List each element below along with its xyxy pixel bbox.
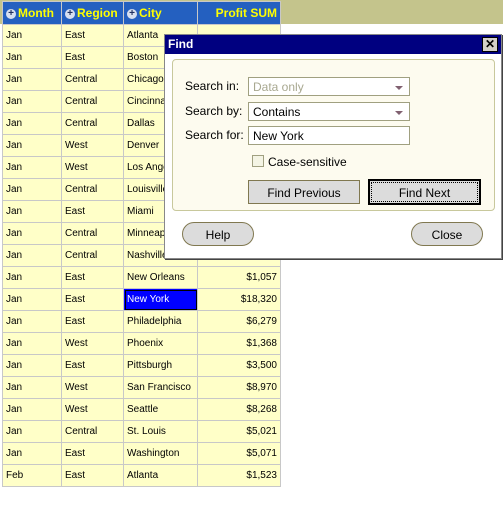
table-cell[interactable]: Seattle	[123, 398, 198, 421]
table-cell[interactable]: Jan	[2, 266, 62, 289]
expand-icon[interactable]: +	[65, 9, 75, 19]
table-row: Jan East New York $18,320	[2, 288, 281, 311]
table-cell[interactable]: Jan	[2, 24, 62, 47]
table-cell[interactable]: $8,970	[197, 376, 281, 399]
dialog-titlebar[interactable]: Find ✕	[165, 35, 501, 54]
table-cell[interactable]: $8,268	[197, 398, 281, 421]
table-cell[interactable]: Jan	[2, 442, 62, 465]
case-sensitive-label: Case-sensitive	[268, 155, 347, 169]
search-panel: Search in: Data only Search by: Contains…	[172, 59, 495, 211]
find-next-button[interactable]: Find Next	[368, 179, 481, 205]
table-cell[interactable]: Phoenix	[123, 332, 198, 355]
search-for-label: Search for:	[185, 128, 244, 142]
table-cell[interactable]: San Francisco	[123, 376, 198, 399]
expand-icon[interactable]: +	[6, 9, 16, 19]
table-cell[interactable]: $18,320	[197, 288, 281, 311]
table-cell[interactable]: $3,500	[197, 354, 281, 377]
find-dialog: Find ✕ Search in: Data only Search by: Co…	[164, 34, 502, 259]
table-cell[interactable]: $1,368	[197, 332, 281, 355]
table-cell[interactable]: Jan	[2, 332, 62, 355]
table-row: Jan Central St. Louis $5,021	[2, 420, 281, 443]
table-cell[interactable]: Jan	[2, 178, 62, 201]
table-cell[interactable]: Atlanta	[123, 464, 198, 487]
table-cell[interactable]: West	[61, 134, 124, 157]
table-row: Jan West San Francisco $8,970	[2, 376, 281, 399]
table-cell[interactable]: Feb	[2, 464, 62, 487]
table-cell[interactable]: Jan	[2, 288, 62, 311]
table-cell[interactable]: Jan	[2, 310, 62, 333]
table-cell[interactable]: Jan	[2, 244, 62, 267]
table-cell[interactable]: Jan	[2, 90, 62, 113]
case-sensitive-checkbox[interactable]: Case-sensitive	[252, 155, 347, 169]
search-in-label: Search in:	[185, 79, 240, 93]
table-cell[interactable]: East	[61, 354, 124, 377]
table-row: Feb East Atlanta $1,523	[2, 464, 281, 487]
table-cell[interactable]: $1,057	[197, 266, 281, 289]
checkbox-icon	[252, 155, 264, 167]
help-button[interactable]: Help	[182, 222, 254, 246]
column-header[interactable]: + Month	[2, 1, 62, 25]
table-row: Jan East New Orleans $1,057	[2, 266, 281, 289]
table-cell[interactable]: $1,523	[197, 464, 281, 487]
table-cell[interactable]: $6,279	[197, 310, 281, 333]
column-header[interactable]: + City	[123, 1, 198, 25]
close-icon[interactable]: ✕	[482, 37, 498, 52]
table-cell[interactable]: St. Louis	[123, 420, 198, 443]
table-cell[interactable]: Jan	[2, 222, 62, 245]
table-cell[interactable]: East	[61, 310, 124, 333]
table-cell[interactable]: Central	[61, 178, 124, 201]
table-row: Jan West Seattle $8,268	[2, 398, 281, 421]
table-row: Jan East Philadelphia $6,279	[2, 310, 281, 333]
table-cell[interactable]: Central	[61, 90, 124, 113]
table-cell[interactable]: Jan	[2, 134, 62, 157]
table-cell[interactable]: Central	[61, 68, 124, 91]
table-cell[interactable]: Jan	[2, 420, 62, 443]
table-cell[interactable]: New Orleans	[123, 266, 198, 289]
table-cell[interactable]: Jan	[2, 354, 62, 377]
table-cell[interactable]: Jan	[2, 156, 62, 179]
table-cell[interactable]: Central	[61, 112, 124, 135]
table-cell[interactable]: East	[61, 266, 124, 289]
table-cell[interactable]: Central	[61, 420, 124, 443]
table-cell[interactable]: East	[61, 464, 124, 487]
table-cell[interactable]: Central	[61, 244, 124, 267]
table-cell[interactable]: East	[61, 24, 124, 47]
table-cell[interactable]: New York	[123, 288, 198, 311]
table-cell[interactable]: West	[61, 156, 124, 179]
close-button[interactable]: Close	[411, 222, 483, 246]
table-cell[interactable]: Jan	[2, 376, 62, 399]
table-cell[interactable]: Washington	[123, 442, 198, 465]
expand-icon[interactable]: +	[127, 9, 137, 19]
table-cell[interactable]: Jan	[2, 112, 62, 135]
table-cell[interactable]: Central	[61, 222, 124, 245]
table-cell[interactable]: East	[61, 200, 124, 223]
table-cell[interactable]: $5,021	[197, 420, 281, 443]
table-cell[interactable]: East	[61, 288, 124, 311]
table-cell[interactable]: Jan	[2, 200, 62, 223]
table-cell[interactable]: Jan	[2, 68, 62, 91]
table-cell[interactable]: West	[61, 332, 124, 355]
search-in-select[interactable]: Data only	[248, 77, 410, 96]
table-row: Jan East Pittsburgh $3,500	[2, 354, 281, 377]
table-cell[interactable]: Philadelphia	[123, 310, 198, 333]
column-header[interactable]: + Region	[61, 1, 124, 25]
table-cell[interactable]: Jan	[2, 398, 62, 421]
find-previous-button[interactable]: Find Previous	[248, 180, 360, 204]
table-cell[interactable]: Pittsburgh	[123, 354, 198, 377]
search-by-label: Search by:	[185, 104, 243, 118]
column-header[interactable]: Profit SUM	[197, 1, 281, 25]
table-row: Jan West Phoenix $1,368	[2, 332, 281, 355]
search-for-input[interactable]: New York	[248, 126, 410, 145]
table-cell[interactable]: East	[61, 46, 124, 69]
search-by-select[interactable]: Contains	[248, 102, 410, 121]
table-cell[interactable]: Jan	[2, 46, 62, 69]
dialog-title: Find	[168, 37, 194, 51]
table-cell[interactable]: East	[61, 442, 124, 465]
table-cell[interactable]: West	[61, 398, 124, 421]
table-cell[interactable]: $5,071	[197, 442, 281, 465]
table-cell[interactable]: West	[61, 376, 124, 399]
table-row: Jan East Washington $5,071	[2, 442, 281, 465]
